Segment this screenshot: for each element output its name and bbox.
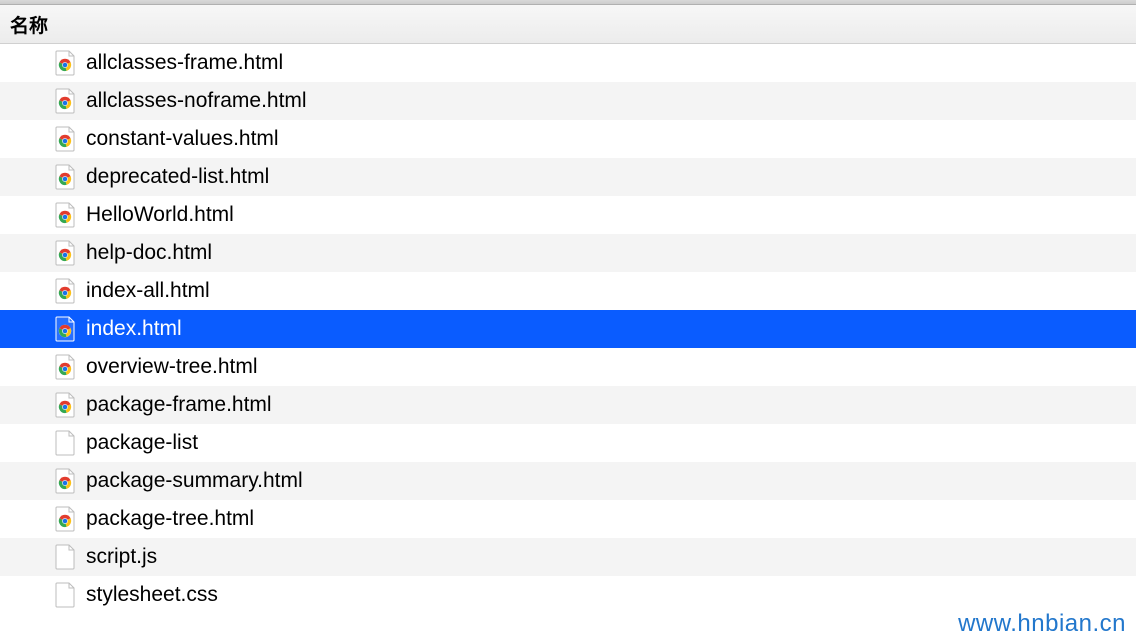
chrome-html-icon [54,202,76,228]
chrome-html-icon [54,392,76,418]
file-name-label: HelloWorld.html [86,203,234,227]
file-name-label: package-tree.html [86,507,254,531]
chrome-html-icon [54,354,76,380]
generic-file-icon [54,544,76,570]
file-row[interactable]: allclasses-frame.html [0,44,1136,82]
chrome-html-icon [54,506,76,532]
file-row[interactable]: index-all.html [0,272,1136,310]
file-name-label: package-list [86,431,198,455]
file-name-label: package-summary.html [86,469,303,493]
file-row[interactable]: stylesheet.css [0,576,1136,614]
chrome-html-icon [54,164,76,190]
file-row[interactable]: constant-values.html [0,120,1136,158]
chrome-html-icon [54,278,76,304]
column-header[interactable]: 名称 [0,5,1136,44]
file-row[interactable]: index.html [0,310,1136,348]
file-row[interactable]: overview-tree.html [0,348,1136,386]
file-name-label: allclasses-noframe.html [86,89,307,113]
file-name-label: overview-tree.html [86,355,258,379]
chrome-html-icon [54,88,76,114]
file-row[interactable]: allclasses-noframe.html [0,82,1136,120]
generic-file-icon [54,430,76,456]
file-name-label: help-doc.html [86,241,212,265]
watermark-text: www.hnbian.cn [958,610,1126,638]
file-row[interactable]: package-tree.html [0,500,1136,538]
chrome-html-icon [54,126,76,152]
file-row[interactable]: package-summary.html [0,462,1136,500]
file-row[interactable]: package-list [0,424,1136,462]
generic-file-icon [54,582,76,608]
chrome-html-icon [54,240,76,266]
file-name-label: allclasses-frame.html [86,51,283,75]
file-name-label: script.js [86,545,157,569]
column-header-label: 名称 [10,11,48,38]
chrome-html-icon [54,316,76,342]
file-name-label: index-all.html [86,279,210,303]
file-name-label: stylesheet.css [86,583,218,607]
file-name-label: package-frame.html [86,393,272,417]
file-row[interactable]: HelloWorld.html [0,196,1136,234]
file-name-label: constant-values.html [86,127,279,151]
file-row[interactable]: deprecated-list.html [0,158,1136,196]
file-name-label: deprecated-list.html [86,165,269,189]
file-list: allclasses-frame.html allclasses-noframe… [0,44,1136,614]
file-name-label: index.html [86,317,182,341]
chrome-html-icon [54,50,76,76]
file-row[interactable]: script.js [0,538,1136,576]
file-row[interactable]: help-doc.html [0,234,1136,272]
file-row[interactable]: package-frame.html [0,386,1136,424]
chrome-html-icon [54,468,76,494]
